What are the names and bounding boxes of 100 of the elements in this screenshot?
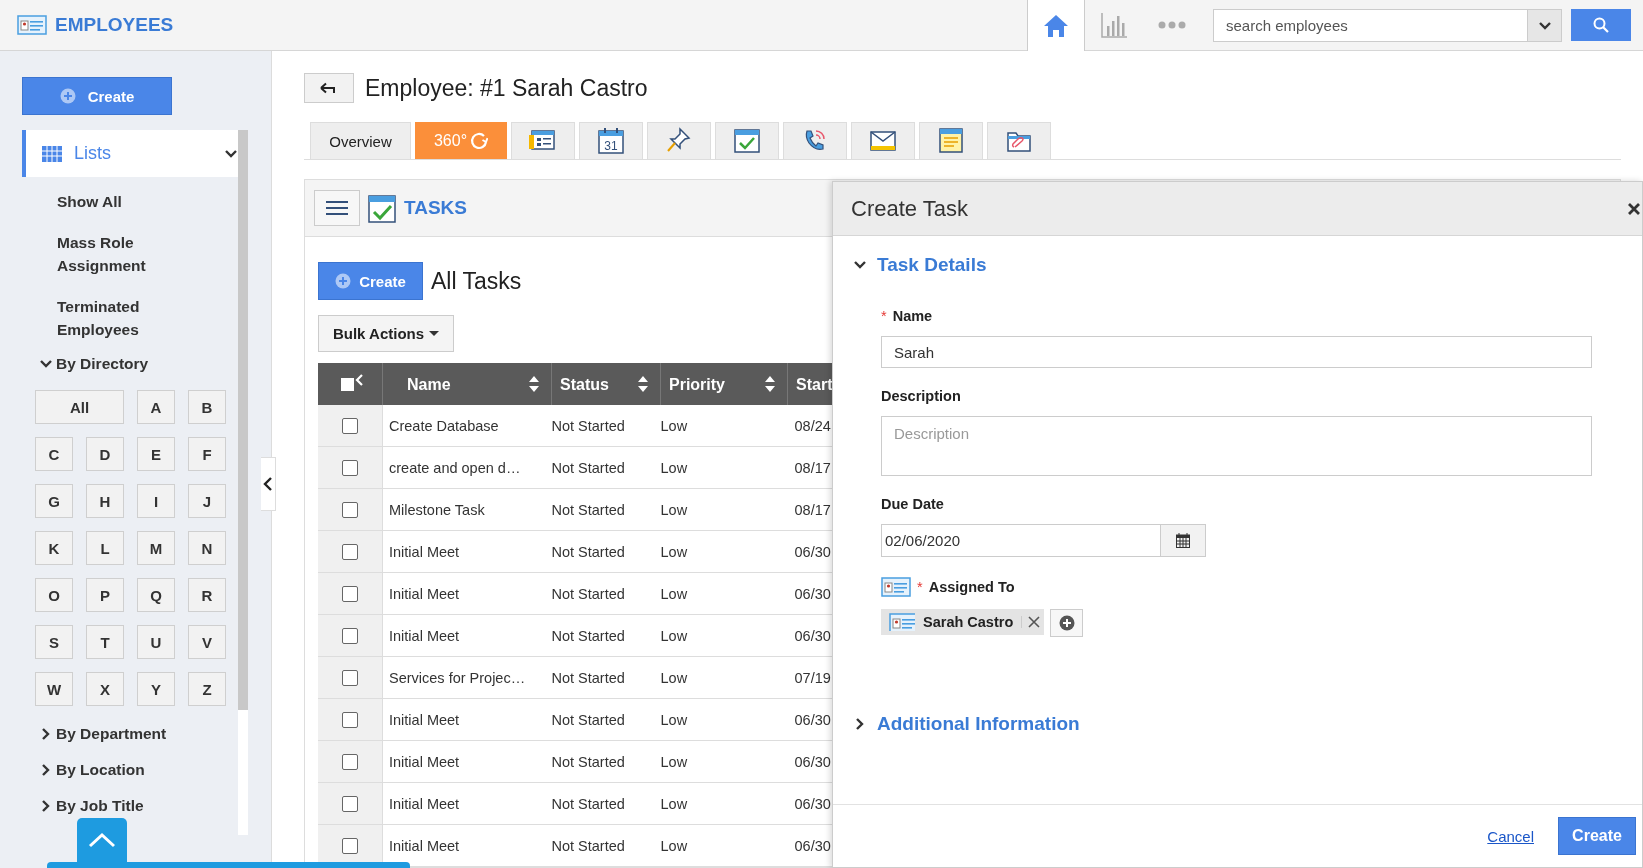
- letter-button[interactable]: X: [86, 672, 124, 706]
- scrollbar[interactable]: [238, 130, 248, 835]
- sidebar-link[interactable]: Mass Role Assignment: [22, 218, 177, 282]
- tree-toggle[interactable]: By Job Title: [22, 788, 238, 824]
- description-field[interactable]: Description: [881, 416, 1592, 476]
- search-field[interactable]: search employees: [1213, 8, 1528, 42]
- task-check-icon: [733, 127, 761, 155]
- column-header[interactable]: Name: [382, 363, 552, 405]
- letter-button[interactable]: O: [35, 578, 73, 612]
- close-button[interactable]: [1628, 202, 1642, 215]
- column-header[interactable]: Priority: [660, 363, 788, 405]
- letter-button[interactable]: Y: [137, 672, 175, 706]
- tab[interactable]: 31: [579, 122, 643, 159]
- row-checkbox[interactable]: [342, 670, 358, 687]
- letter-button[interactable]: U: [137, 625, 175, 659]
- sidebar-link[interactable]: Terminated Employees: [22, 282, 177, 346]
- letter-button[interactable]: H: [86, 484, 124, 518]
- letter-button[interactable]: N: [188, 531, 226, 565]
- letter-button[interactable]: E: [137, 437, 175, 471]
- table-cell: Not Started: [551, 446, 661, 489]
- tab[interactable]: [987, 122, 1051, 159]
- tab[interactable]: [511, 122, 575, 159]
- create-button[interactable]: Create: [318, 262, 423, 300]
- row-checkbox[interactable]: [342, 502, 358, 519]
- create-button[interactable]: Create: [22, 77, 172, 115]
- column-header[interactable]: Status: [551, 363, 661, 405]
- row-checkbox[interactable]: [342, 838, 358, 855]
- row-checkbox[interactable]: [342, 628, 358, 645]
- table-cell: create and open d…: [382, 446, 552, 489]
- table-cell: Not Started: [551, 698, 661, 741]
- collapse-sidebar-button[interactable]: [261, 457, 276, 511]
- letter-button[interactable]: A: [137, 390, 175, 424]
- tree-toggle[interactable]: By Location: [22, 752, 238, 788]
- letter-button[interactable]: M: [137, 531, 175, 565]
- lists-header[interactable]: Lists: [22, 130, 238, 177]
- directory-toggle[interactable]: By Directory: [22, 346, 238, 382]
- list-title: All Tasks: [431, 267, 522, 295]
- create-button[interactable]: Create: [1558, 817, 1636, 855]
- back-button[interactable]: [304, 73, 354, 103]
- letter-button[interactable]: Z: [188, 672, 226, 706]
- calendar-button[interactable]: [1161, 524, 1206, 557]
- row-checkbox[interactable]: [342, 712, 358, 729]
- scrollbar-thumb[interactable]: [238, 130, 248, 710]
- letter-button[interactable]: F: [188, 437, 226, 471]
- bulk-actions-button[interactable]: Bulk Actions: [318, 315, 454, 352]
- letter-button[interactable]: K: [35, 531, 73, 565]
- table-cell: Low: [660, 446, 788, 489]
- table-cell: Not Started: [551, 530, 661, 573]
- menu-button[interactable]: [314, 190, 360, 226]
- letter-button[interactable]: B: [188, 390, 226, 424]
- scroll-top-button[interactable]: [77, 818, 127, 862]
- letter-button[interactable]: D: [86, 437, 124, 471]
- id-card-icon: [17, 15, 47, 35]
- table-cell: Low: [660, 572, 788, 615]
- letter-button[interactable]: G: [35, 484, 73, 518]
- sidebar-link[interactable]: Show All: [22, 177, 177, 218]
- tab[interactable]: [851, 122, 915, 159]
- row-checkbox[interactable]: [342, 796, 358, 813]
- tab[interactable]: [919, 122, 983, 159]
- letter-button[interactable]: I: [137, 484, 175, 518]
- search-button[interactable]: [1571, 9, 1631, 41]
- row-checkbox[interactable]: [342, 754, 358, 771]
- letter-button[interactable]: R: [188, 578, 226, 612]
- close-icon: [1028, 616, 1041, 628]
- letter-button[interactable]: V: [188, 625, 226, 659]
- row-checkbox[interactable]: [342, 418, 358, 435]
- close-icon: [1628, 202, 1640, 215]
- tree-toggle[interactable]: By Department: [22, 716, 238, 752]
- section-toggle[interactable]: Task Details: [853, 246, 1642, 284]
- date-field[interactable]: 02/06/2020: [881, 524, 1161, 557]
- tab[interactable]: [647, 122, 711, 159]
- letter-button[interactable]: All: [35, 390, 124, 424]
- letter-button[interactable]: L: [86, 531, 124, 565]
- cancel-link[interactable]: Cancel: [1487, 827, 1534, 845]
- letter-button[interactable]: T: [86, 625, 124, 659]
- back-arrow-icon: [320, 82, 338, 94]
- row-checkbox[interactable]: [342, 460, 358, 477]
- table-cell: Initial Meet: [382, 740, 552, 783]
- table-cell: Not Started: [551, 572, 661, 615]
- tab[interactable]: Overview: [310, 122, 411, 159]
- letter-button[interactable]: J: [188, 484, 226, 518]
- table-cell: Not Started: [551, 656, 661, 699]
- letter-button[interactable]: S: [35, 625, 73, 659]
- home-button[interactable]: [1027, 0, 1085, 51]
- tab[interactable]: [715, 122, 779, 159]
- letter-button[interactable]: C: [35, 437, 73, 471]
- letter-button[interactable]: W: [35, 672, 73, 706]
- assignee-chip[interactable]: Sarah Castro: [881, 609, 1045, 635]
- name-field[interactable]: Sarah: [881, 336, 1592, 368]
- row-checkbox[interactable]: [342, 544, 358, 561]
- tab[interactable]: [783, 122, 847, 159]
- letter-button[interactable]: Q: [137, 578, 175, 612]
- table-cell: Low: [660, 824, 788, 867]
- dropdown-button[interactable]: [1528, 8, 1562, 42]
- add-button[interactable]: [1050, 609, 1084, 637]
- row-checkbox[interactable]: [342, 586, 358, 603]
- letter-button[interactable]: P: [86, 578, 124, 612]
- remove-button[interactable]: [1021, 616, 1041, 628]
- select-all-checkbox[interactable]: [341, 378, 354, 392]
- table-cell: Not Started: [551, 824, 661, 867]
